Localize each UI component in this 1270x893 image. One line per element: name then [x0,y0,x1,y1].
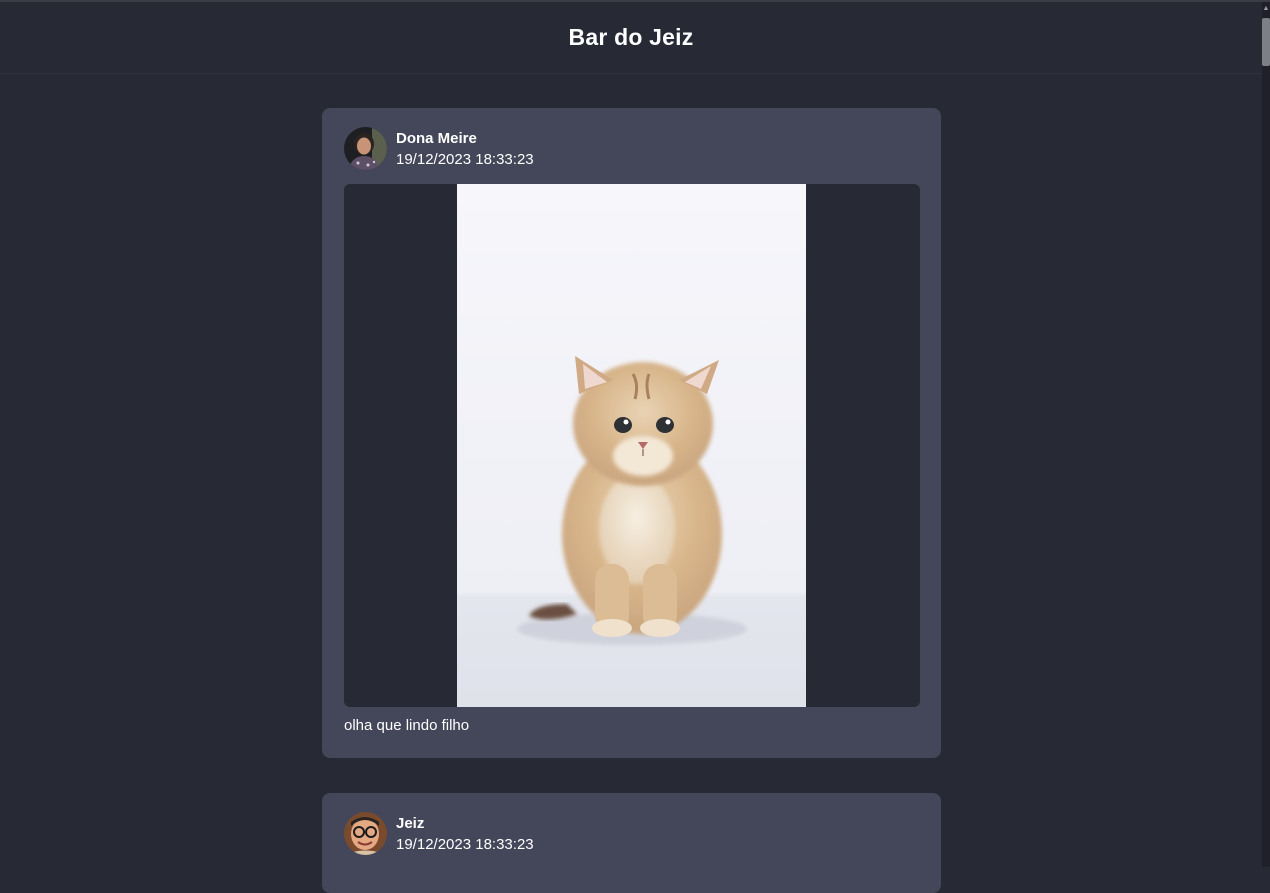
app-header: Bar do Jeiz [0,2,1262,74]
scrollbar-thumb[interactable] [1262,18,1270,66]
post-author[interactable]: Jeiz [396,813,534,834]
kitten-photo-image[interactable] [457,184,806,707]
post-date: 19/12/2023 18:33:23 [396,835,534,853]
man-glasses-portrait-avatar-icon[interactable] [344,812,387,855]
woman-portrait-avatar-icon[interactable] [344,127,387,170]
post-caption: olha que lindo filho [344,717,470,734]
post-meta: Dona Meire 19/12/2023 18:33:23 [396,128,534,170]
post-header: Jeiz 19/12/2023 18:33:23 [344,812,534,855]
post-date: 19/12/2023 18:33:23 [396,150,534,168]
post-author[interactable]: Dona Meire [396,128,534,149]
scroll-up-arrow-icon[interactable]: ▲ [1262,2,1270,16]
post-meta: Jeiz 19/12/2023 18:33:23 [396,813,534,855]
post-card: Jeiz 19/12/2023 18:33:23 [322,793,941,893]
page-title: Bar do Jeiz [568,24,694,50]
post-header: Dona Meire 19/12/2023 18:33:23 [344,127,534,170]
scrollbar[interactable] [1262,2,1270,867]
post-card: Dona Meire 19/12/2023 18:33:23 olha que … [322,108,941,758]
post-media [344,184,920,707]
